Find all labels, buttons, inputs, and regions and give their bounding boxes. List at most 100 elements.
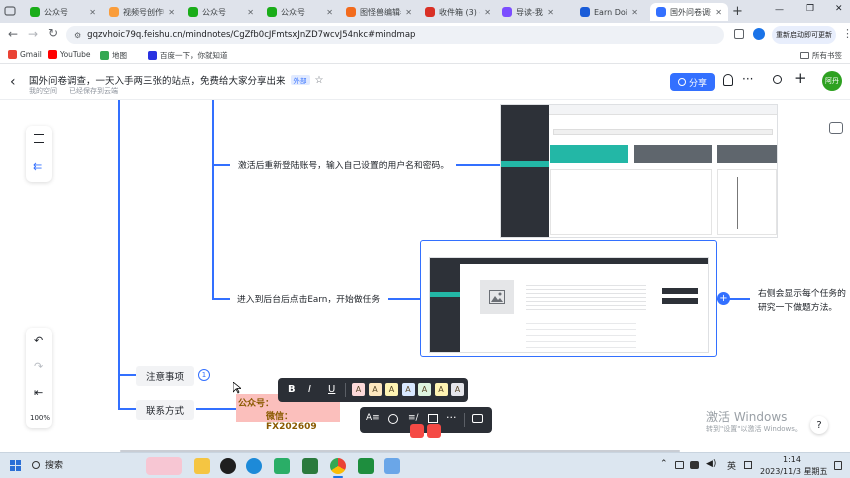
tab-close-icon[interactable]: ✕ [405,8,412,17]
browser-tab[interactable]: 公众号 ✕ [182,3,260,21]
browser-menu-icon[interactable]: ⋮ [842,27,850,40]
browser-tab[interactable]: 图怪兽编辑器 ✕ [340,3,418,21]
undo-icon[interactable]: ↶ [34,334,43,347]
earn-screenshot-selection[interactable] [420,240,717,357]
comment-icon[interactable] [472,414,483,423]
notification-icon[interactable] [834,461,842,470]
topic-contact[interactable]: 联系方式 [136,400,195,420]
color-swatch-button[interactable]: A [418,383,431,396]
tab-close-icon[interactable]: ✕ [247,8,254,17]
node-right-line2[interactable]: 研究一下做题方法。 [758,300,837,313]
chrome-icon[interactable] [330,458,346,474]
color-swatch-button[interactable]: A [352,383,365,396]
topic-notes[interactable]: 注意事项 [136,366,195,386]
restart-update-button[interactable]: 重新启动即可更新 [772,26,836,44]
tray-app-icon[interactable] [690,461,699,469]
back-arrow-icon[interactable]: ‹ [10,74,16,90]
more-actions-icon[interactable]: ··· [446,411,457,424]
tab-close-icon[interactable]: ✕ [168,8,175,17]
bookmark-item[interactable]: Gmail [8,50,42,59]
forward-button[interactable]: → [28,27,38,41]
tab-close-icon[interactable]: ✕ [715,8,722,17]
list-icon[interactable]: ≡/ [408,413,419,423]
bookmark-item[interactable]: 百度一下，你就知道 [148,50,228,61]
color-swatch-button[interactable]: A [368,383,382,396]
side-panel-icon[interactable] [734,29,744,39]
browser-tab[interactable]: Earn Doing ✕ [574,3,644,21]
maximize-button[interactable]: ❐ [806,4,814,14]
outline-icon[interactable] [34,134,44,143]
wechat-work-icon[interactable] [302,458,318,474]
wechat-icon[interactable] [274,458,290,474]
all-bookmarks[interactable]: 所有书签 [800,50,842,61]
back-button[interactable]: ← [8,27,18,41]
avatar[interactable]: 阿丹 [822,71,842,91]
color-swatch-button[interactable]: A [401,383,415,396]
ai-icon[interactable] [410,424,424,438]
browser-tab[interactable]: 收件箱 (3) - ✕ [419,3,497,21]
network-icon[interactable] [675,461,684,469]
node-earn[interactable]: 进入到后台后点击Earn，开始做任务 [237,292,380,305]
tray-chevron-icon[interactable]: ⌃ [660,459,668,469]
site-info-icon[interactable]: ⚙ [74,31,81,40]
windows-start-icon[interactable] [10,460,21,471]
bookmark-item[interactable]: 地图 [100,50,127,61]
node-login[interactable]: 激活后重新登陆账号，输入自己设置的用户名和密码。 [238,158,449,171]
record-icon[interactable] [427,424,441,438]
tab-search-icon[interactable] [4,5,16,17]
topic-notes-count-badge[interactable]: 1 [198,369,210,381]
underline-button[interactable]: U [328,384,335,395]
browser-tab[interactable]: 视频号创作中心 ✕ [103,3,181,21]
favorite-star-icon[interactable]: ☆ [315,75,324,86]
text-style-icon[interactable]: A≡ [366,413,380,423]
ime-icon[interactable] [744,461,752,469]
tab-close-icon[interactable]: ✕ [89,8,96,17]
doc-title[interactable]: 国外问卷调查，一天入手两三张的站点，免费给大家分享出来 [29,73,286,87]
volume-icon[interactable]: ◀) [706,459,716,469]
redo-icon[interactable]: ↷ [34,360,43,373]
browser-tab[interactable]: 国外问卷调查 ✕ [650,3,728,21]
tab-close-icon[interactable]: ✕ [484,8,491,17]
language-indicator[interactable]: 英 [727,459,736,472]
color-swatch-button[interactable]: A [385,383,398,396]
address-bar[interactable]: ⚙ gqzvhoic79q.feishu.cn/mindnotes/CgZfb0… [66,26,724,44]
browser-tab[interactable]: 导读-我的知 ✕ [496,3,560,21]
taskbar-search[interactable]: 搜索 [32,458,63,471]
comment-panel-icon[interactable] [829,122,843,134]
italic-button[interactable]: I [308,384,311,395]
edge-icon[interactable] [246,458,262,474]
zoom-level[interactable]: 100% [30,414,50,422]
expand-node-button[interactable]: + [717,292,730,305]
profile-icon[interactable] [753,28,765,40]
share-button[interactable]: 分享 [670,73,715,91]
image-icon[interactable] [428,414,438,423]
more-options-icon[interactable]: ··· [742,72,753,86]
location-label[interactable]: 我的空间 [29,86,57,96]
color-swatch-button[interactable]: A [451,383,464,396]
add-icon[interactable]: + [794,69,807,87]
tab-close-icon[interactable]: ✕ [326,8,333,17]
structure-icon[interactable]: ⇇ [33,160,42,173]
browser-tab[interactable]: 公众号 ✕ [24,3,102,21]
excel-icon[interactable] [358,458,374,474]
close-window-button[interactable]: ✕ [835,4,843,14]
help-icon[interactable]: ? [810,416,828,434]
widget-icon[interactable] [146,457,182,475]
tab-close-icon[interactable]: ✕ [547,8,554,17]
clock-date[interactable]: 2023/11/3 星期五 [760,466,828,477]
browser-tab[interactable]: 公众号 ✕ [261,3,339,21]
file-explorer-icon[interactable] [194,458,210,474]
collapse-icon[interactable]: ⇤ [34,386,43,399]
new-tab-button[interactable]: + [732,4,743,19]
check-circle-icon[interactable] [388,414,398,424]
notification-bell-icon[interactable] [723,74,733,86]
bold-button[interactable]: B [288,384,296,395]
app-icon[interactable] [384,458,400,474]
bookmark-item[interactable]: YouTube [48,50,91,59]
reload-button[interactable]: ↻ [48,26,58,40]
node-right-line1[interactable]: 右侧会显示每个任务的 [758,286,846,299]
dashboard-screenshot[interactable] [500,104,778,238]
tab-close-icon[interactable]: ✕ [631,8,638,17]
clock-time[interactable]: 1:14 [783,455,801,464]
mindmap-canvas[interactable]: 激活后重新登陆账号，输入自己设置的用户名和密码。 进入到后台后点击Earn，开始… [0,100,850,452]
